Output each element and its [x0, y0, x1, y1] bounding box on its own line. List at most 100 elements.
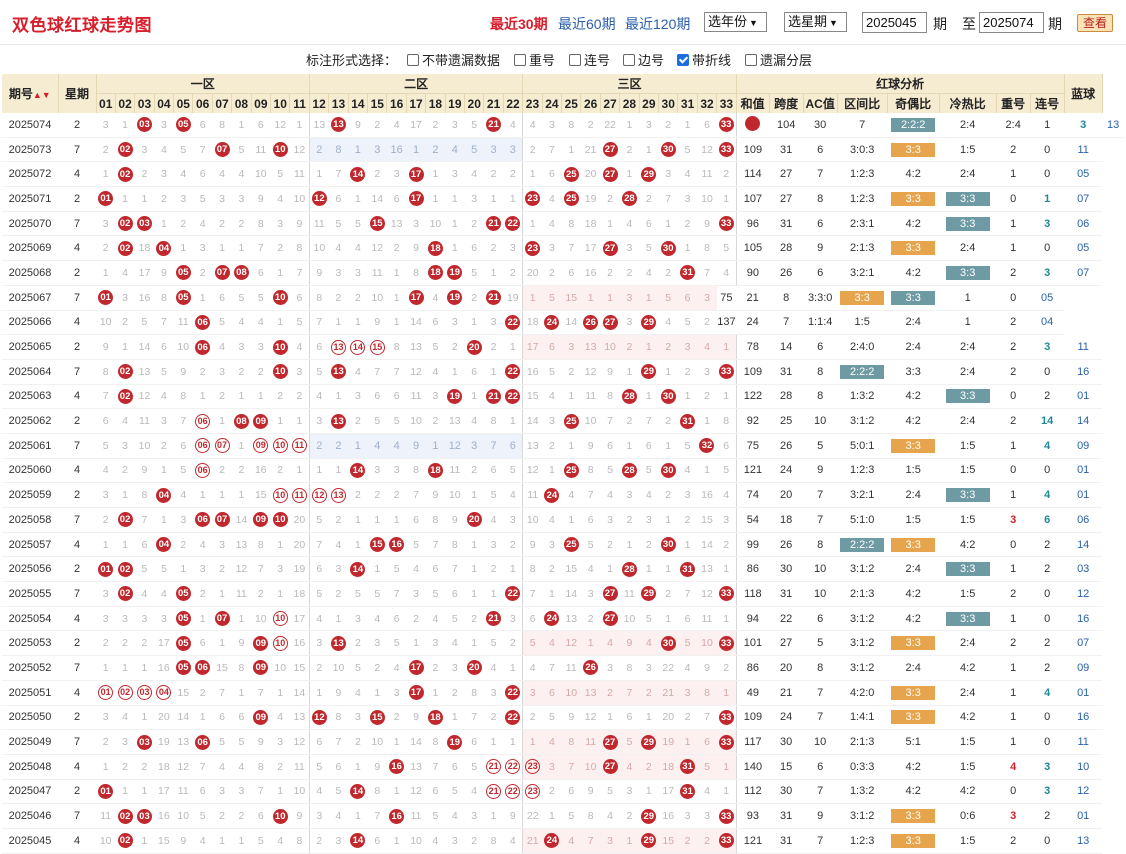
miss-count: 2	[231, 458, 252, 484]
analysis-cell: 8	[803, 358, 838, 385]
sort-icon[interactable]: ▲▼	[33, 90, 51, 100]
analysis-cell: 30	[769, 556, 804, 583]
miss-count: 1	[619, 532, 640, 558]
miss-count: 18	[134, 235, 155, 262]
red-ball-ring: 11	[289, 482, 310, 508]
miss-count: 7	[367, 803, 387, 829]
issue-cell: 2025055	[2, 581, 58, 607]
analysis-cell: 31	[769, 828, 804, 854]
miss-count: 3	[96, 113, 116, 138]
miss-count: 4	[270, 705, 290, 731]
recent-120-link[interactable]: 最近120期	[625, 14, 690, 34]
miss-count: 4	[542, 211, 562, 237]
miss-count: 5	[212, 310, 232, 336]
analysis-cell: 118	[736, 581, 770, 607]
view-button[interactable]: 查看	[1077, 14, 1113, 32]
number-header-24: 24	[542, 93, 563, 113]
ring-ball: 07	[214, 438, 230, 454]
analysis-cell: 140	[736, 754, 770, 780]
miss-count: 4	[425, 828, 446, 854]
analysis-col-header: AC值	[803, 93, 838, 113]
red-ball-hit: 25	[561, 532, 581, 558]
analysis-cell: 2:4	[939, 235, 997, 262]
checkbox-icon[interactable]	[623, 54, 635, 66]
red-ball-hit: 30	[658, 384, 678, 410]
miss-count: 10	[251, 605, 271, 632]
option-miss-layer[interactable]: 遗漏分层	[745, 50, 812, 69]
checkbox-icon[interactable]	[407, 54, 419, 66]
option-consecutive[interactable]: 连号	[569, 50, 610, 69]
red-ball: 10	[272, 142, 288, 158]
option-repeat[interactable]: 重号	[514, 50, 555, 69]
year-select[interactable]: 选年份 ▼	[704, 12, 767, 32]
miss-count: 1	[134, 705, 155, 731]
issue-cell: 2025061	[2, 433, 58, 459]
blue-ball-cell: 13	[1102, 113, 1124, 138]
analysis-cell: 1:2:3	[837, 186, 888, 212]
week-cell: 2	[58, 186, 96, 212]
miss-count: 3	[542, 235, 562, 262]
miss-count: 1	[231, 828, 252, 854]
miss-count: 9	[600, 358, 620, 385]
miss-count: 3	[600, 655, 620, 681]
issue-column-header[interactable]: 期号▲▼	[2, 74, 59, 113]
miss-count: 5	[212, 729, 232, 755]
miss-count: 1	[386, 507, 407, 533]
analysis-cell: 0	[1030, 581, 1065, 607]
miss-count: 9	[367, 754, 387, 780]
miss-count: 5	[309, 581, 329, 607]
red-ball-hit: 06	[192, 310, 213, 336]
miss-count: 2	[348, 729, 368, 755]
ring-ball: 23	[525, 783, 541, 799]
checkbox-icon[interactable]	[745, 54, 757, 66]
red-ball: 18	[427, 240, 443, 256]
recent-60-link[interactable]: 最近60期	[558, 14, 616, 34]
miss-count: 15	[212, 655, 232, 681]
analysis-cell: 30	[769, 729, 804, 755]
checkbox-icon[interactable]	[569, 54, 581, 66]
analysis-cell: 1	[996, 161, 1031, 188]
red-ball: 26	[583, 660, 599, 676]
from-issue-input[interactable]: 2025045	[862, 12, 927, 33]
analysis-cell: 27	[769, 630, 804, 657]
miss-count: 14	[173, 705, 193, 731]
option-polyline[interactable]: 带折线	[677, 50, 731, 69]
miss-count: 1	[96, 161, 116, 188]
miss-count: 4	[309, 384, 329, 410]
option-edge[interactable]: 边号	[623, 50, 664, 69]
miss-count: 10	[251, 161, 271, 188]
recent-30-link[interactable]: 最近30期	[490, 14, 548, 34]
miss-count: 2	[639, 186, 659, 212]
week-cell: 7	[58, 729, 96, 755]
week-select[interactable]: 选星期 ▼	[784, 12, 847, 32]
miss-count: 2	[677, 705, 698, 731]
analysis-cell: 9	[803, 458, 838, 484]
miss-count: 7	[328, 729, 349, 755]
miss-count: 2	[677, 211, 698, 237]
red-ball-hit: 05	[173, 630, 193, 657]
repeat-count: 1	[1010, 661, 1017, 674]
checkbox-icon[interactable]	[514, 54, 526, 66]
analysis-cell: 4:2	[939, 655, 997, 681]
miss-count: 1	[716, 384, 737, 410]
issue-cell: 2025065	[2, 334, 58, 360]
analysis-cell: 5:1	[887, 729, 940, 755]
analysis-cell: 2:4	[939, 113, 997, 138]
miss-count: 8	[425, 507, 446, 533]
issue-cell: 2025046	[2, 803, 58, 829]
miss-count: 4	[639, 260, 659, 286]
miss-count: 4	[134, 581, 155, 607]
red-ball: 25	[563, 462, 579, 478]
red-ball: 22	[505, 314, 521, 330]
miss-count: 7	[561, 754, 581, 780]
red-ball: 27	[602, 611, 618, 627]
miss-count: 5	[677, 630, 698, 657]
ring-ball: 10	[272, 635, 288, 651]
analysis-cell: 2	[996, 334, 1031, 360]
checkbox-checked-icon[interactable]	[677, 54, 689, 66]
to-issue-input[interactable]: 2025074	[979, 12, 1044, 33]
miss-count: 4	[677, 458, 698, 484]
option-no-miss[interactable]: 不带遗漏数据	[407, 50, 500, 69]
analysis-cell: 26	[769, 433, 804, 459]
red-ball-hit: 20	[464, 655, 484, 681]
